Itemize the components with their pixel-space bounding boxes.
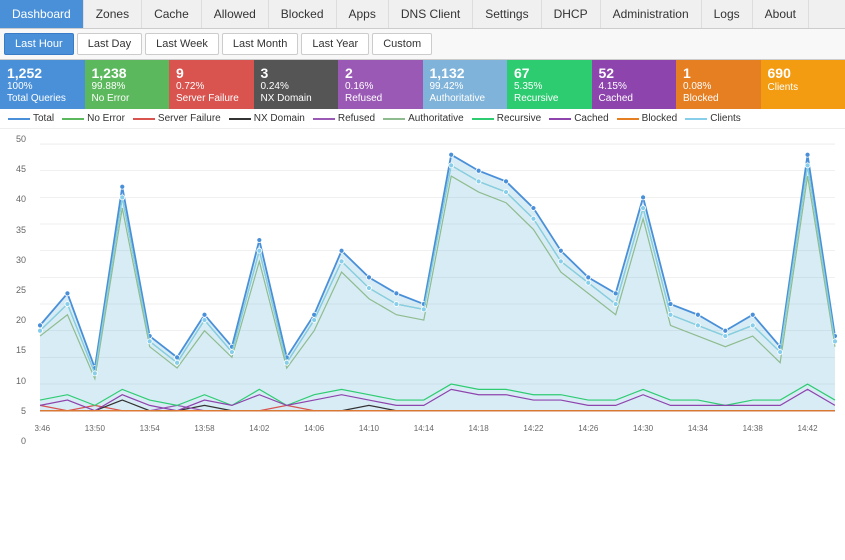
nav-item-blocked[interactable]: Blocked [269, 0, 337, 28]
nav-item-settings[interactable]: Settings [473, 0, 541, 28]
y-axis-labels: 50454035302520151050 [0, 134, 30, 446]
time-tab-last-week[interactable]: Last Week [145, 33, 219, 55]
y-label: 25 [0, 285, 30, 295]
svg-text:14:34: 14:34 [688, 424, 709, 433]
legend-item-authoritative: Authoritative [383, 113, 464, 124]
svg-text:14:26: 14:26 [578, 424, 599, 433]
y-label: 45 [0, 164, 30, 174]
svg-text:14:06: 14:06 [304, 424, 325, 433]
time-tab-last-day[interactable]: Last Day [77, 33, 142, 55]
stat-clients: 690Clients [761, 60, 845, 109]
svg-text:14:30: 14:30 [633, 424, 654, 433]
y-label: 20 [0, 315, 30, 325]
nav-item-about[interactable]: About [753, 0, 809, 28]
nav-item-logs[interactable]: Logs [702, 0, 753, 28]
svg-text:14:22: 14:22 [523, 424, 544, 433]
stat-nx-domain: 30.24%NX Domain [254, 60, 339, 109]
svg-text:14:02: 14:02 [249, 424, 270, 433]
svg-text:13:54: 13:54 [140, 424, 161, 433]
legend-item-recursive: Recursive [472, 113, 541, 124]
svg-text:14:14: 14:14 [414, 424, 435, 433]
top-navigation: DashboardZonesCacheAllowedBlockedAppsDNS… [0, 0, 845, 29]
svg-text:14:18: 14:18 [469, 424, 490, 433]
y-label: 40 [0, 194, 30, 204]
stat-no-error: 1,23899.88%No Error [85, 60, 170, 109]
svg-text:13:58: 13:58 [194, 424, 215, 433]
nav-item-dhcp[interactable]: DHCP [542, 0, 601, 28]
time-tab-last-month[interactable]: Last Month [222, 33, 298, 55]
nav-item-dashboard[interactable]: Dashboard [0, 0, 84, 28]
legend-item-clients: Clients [685, 113, 741, 124]
y-label: 10 [0, 376, 30, 386]
stat-authoritative: 1,13299.42%Authoritative [423, 60, 508, 109]
line-chart: 13:46 13:50 13:54 13:58 14:02 14:06 14:10 14:14… [35, 134, 840, 466]
nav-item-dns-client[interactable]: DNS Client [389, 0, 473, 28]
y-label: 30 [0, 255, 30, 265]
legend-item-no-error: No Error [62, 113, 125, 124]
svg-text:14:38: 14:38 [743, 424, 764, 433]
legend-item-server-failure: Server Failure [133, 113, 221, 124]
stat-recursive: 675.35%Recursive [507, 60, 592, 109]
legend-item-blocked: Blocked [617, 113, 678, 124]
svg-text:13:46: 13:46 [35, 424, 51, 433]
y-label: 0 [0, 436, 30, 446]
nav-item-cache[interactable]: Cache [142, 0, 202, 28]
legend-item-refused: Refused [313, 113, 375, 124]
y-label: 50 [0, 134, 30, 144]
chart-legend: Total No Error Server Failure NX Domain Refu… [0, 109, 845, 129]
nav-item-administration[interactable]: Administration [601, 0, 702, 28]
nav-item-zones[interactable]: Zones [84, 0, 142, 28]
stat-refused: 20.16%Refused [338, 60, 423, 109]
y-label: 35 [0, 225, 30, 235]
stat-blocked: 10.08%Blocked [676, 60, 761, 109]
stat-server-failure: 90.72%Server Failure [169, 60, 254, 109]
nav-item-apps[interactable]: Apps [337, 0, 389, 28]
legend-item-total: Total [8, 113, 54, 124]
svg-text:13:50: 13:50 [85, 424, 106, 433]
time-tab-last-hour[interactable]: Last Hour [4, 33, 74, 55]
chart-container: 50454035302520151050 13:4613:5013:5413:5… [0, 129, 845, 471]
stats-row: 1,252100%Total Queries1,23899.88%No Erro… [0, 60, 845, 109]
time-range-tabs: Last HourLast DayLast WeekLast MonthLast… [0, 29, 845, 60]
y-label: 5 [0, 406, 30, 416]
time-tab-last-year[interactable]: Last Year [301, 33, 369, 55]
y-label: 15 [0, 345, 30, 355]
legend-item-cached: Cached [549, 113, 608, 124]
legend-item-nx-domain: NX Domain [229, 113, 305, 124]
svg-text:14:42: 14:42 [797, 424, 818, 433]
stat-cached: 524.15%Cached [592, 60, 677, 109]
svg-text:14:10: 14:10 [359, 424, 380, 433]
time-tab-custom[interactable]: Custom [372, 33, 432, 55]
nav-item-allowed[interactable]: Allowed [202, 0, 269, 28]
stat-total-queries: 1,252100%Total Queries [0, 60, 85, 109]
